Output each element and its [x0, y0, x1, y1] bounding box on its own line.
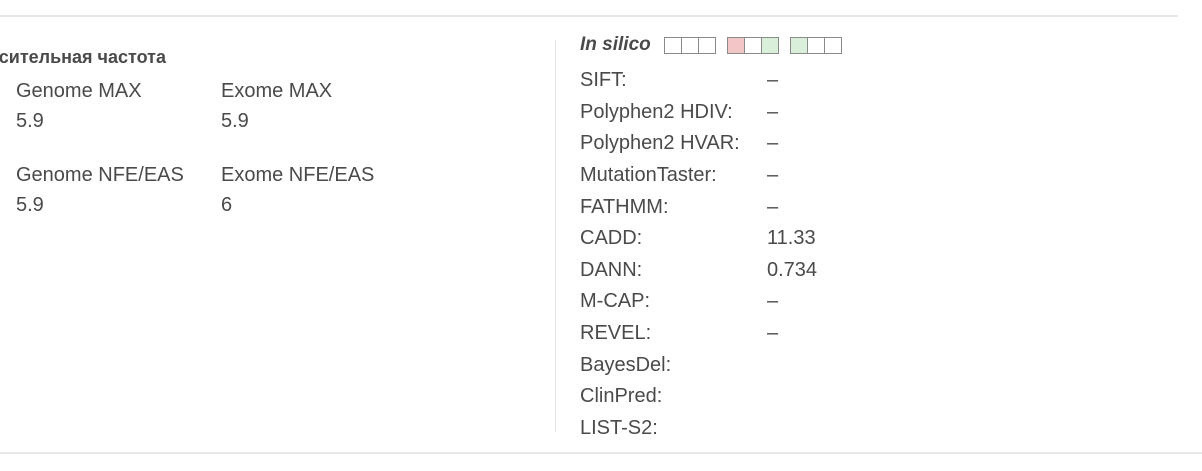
frequency-value: 5.9 [16, 194, 44, 216]
frequency-section-title: осительная частота [0, 47, 166, 67]
score-name: CADD: [580, 227, 643, 250]
score-row-mutationtaster: MutationTaster: – [580, 160, 1000, 192]
frequency-value: 5.9 [221, 110, 249, 132]
score-value: – [767, 195, 779, 218]
top-divider [0, 15, 1178, 17]
score-name: M-CAP: [580, 290, 650, 313]
prediction-box-group-2 [726, 36, 779, 54]
score-name: DANN: [580, 258, 643, 281]
frequency-cell-genome-max: Genome MAX 5.9 [16, 78, 221, 138]
score-name: LIST-S2: [580, 416, 658, 439]
score-row-polyphen2-hdiv: Polyphen2 HDIV: – [580, 97, 1000, 129]
prediction-box-benign [760, 36, 779, 54]
score-row-dann: DANN: 0.734 [580, 255, 1000, 287]
score-name: ClinPred: [580, 385, 663, 408]
score-value: – [767, 100, 779, 123]
insilico-header: In silico [580, 34, 853, 56]
frequency-cell-genome-nfe-eas: Genome NFE/EAS 5.9 [16, 162, 221, 222]
prediction-box-benign [789, 36, 808, 54]
score-value: – [767, 164, 779, 187]
frequency-label: Exome NFE/EAS [221, 164, 375, 186]
frequency-cell-exome-max: Exome MAX 5.9 [221, 78, 426, 138]
score-value: 11.33 [767, 227, 816, 250]
insilico-title: In silico [580, 34, 651, 55]
prediction-box [663, 36, 682, 54]
score-value: – [767, 69, 779, 92]
score-value: – [767, 322, 779, 345]
score-row-sift: SIFT: – [580, 65, 1000, 97]
frequency-value: 6 [221, 194, 233, 216]
frequency-label: Exome MAX [221, 80, 333, 102]
bottom-divider [0, 452, 1202, 454]
frequency-label: Genome NFE/EAS [16, 164, 184, 186]
score-name: REVEL: [580, 322, 652, 345]
insilico-score-list: SIFT: – Polyphen2 HDIV: – Polyphen2 HVAR… [580, 65, 1000, 444]
prediction-box-group-3 [789, 36, 842, 54]
score-value: 0.734 [767, 258, 818, 281]
score-name: SIFT: [580, 69, 627, 92]
score-row-bayesdel: BayesDel: [580, 349, 1000, 381]
frequency-cell-exome-nfe-eas: Exome NFE/EAS 6 [221, 162, 426, 222]
score-value: – [767, 132, 779, 155]
score-name: Polyphen2 HDIV: [580, 100, 733, 123]
frequency-grid: Genome MAX 5.9 Exome MAX 5.9 Genome NFE/… [16, 78, 426, 222]
prediction-box-group-1 [663, 36, 716, 54]
score-row-cadd: CADD: 11.33 [580, 223, 1000, 255]
prediction-box [697, 36, 716, 54]
score-row-m-cap: M-CAP: – [580, 286, 1000, 318]
prediction-box [806, 36, 825, 54]
score-name: MutationTaster: [580, 164, 717, 187]
score-row-revel: REVEL: – [580, 318, 1000, 350]
score-row-fathmm: FATHMM: – [580, 191, 1000, 223]
prediction-box [743, 36, 762, 54]
frequency-value: 5.9 [16, 110, 44, 132]
score-name: Polyphen2 HVAR: [580, 132, 740, 155]
prediction-box-damaging [726, 36, 745, 54]
prediction-box [680, 36, 699, 54]
score-row-list-s2: LIST-S2: [580, 413, 1000, 445]
score-name: BayesDel: [580, 353, 672, 376]
prediction-box [823, 36, 842, 54]
frequency-label: Genome MAX [16, 80, 142, 102]
score-row-polyphen2-hvar: Polyphen2 HVAR: – [580, 128, 1000, 160]
variant-details-panel: осительная частота Genome MAX 5.9 Exome … [0, 0, 1202, 471]
column-divider [555, 40, 556, 432]
score-row-clinpred: ClinPred: [580, 381, 1000, 413]
score-value: – [767, 290, 779, 313]
score-name: FATHMM: [580, 195, 669, 218]
